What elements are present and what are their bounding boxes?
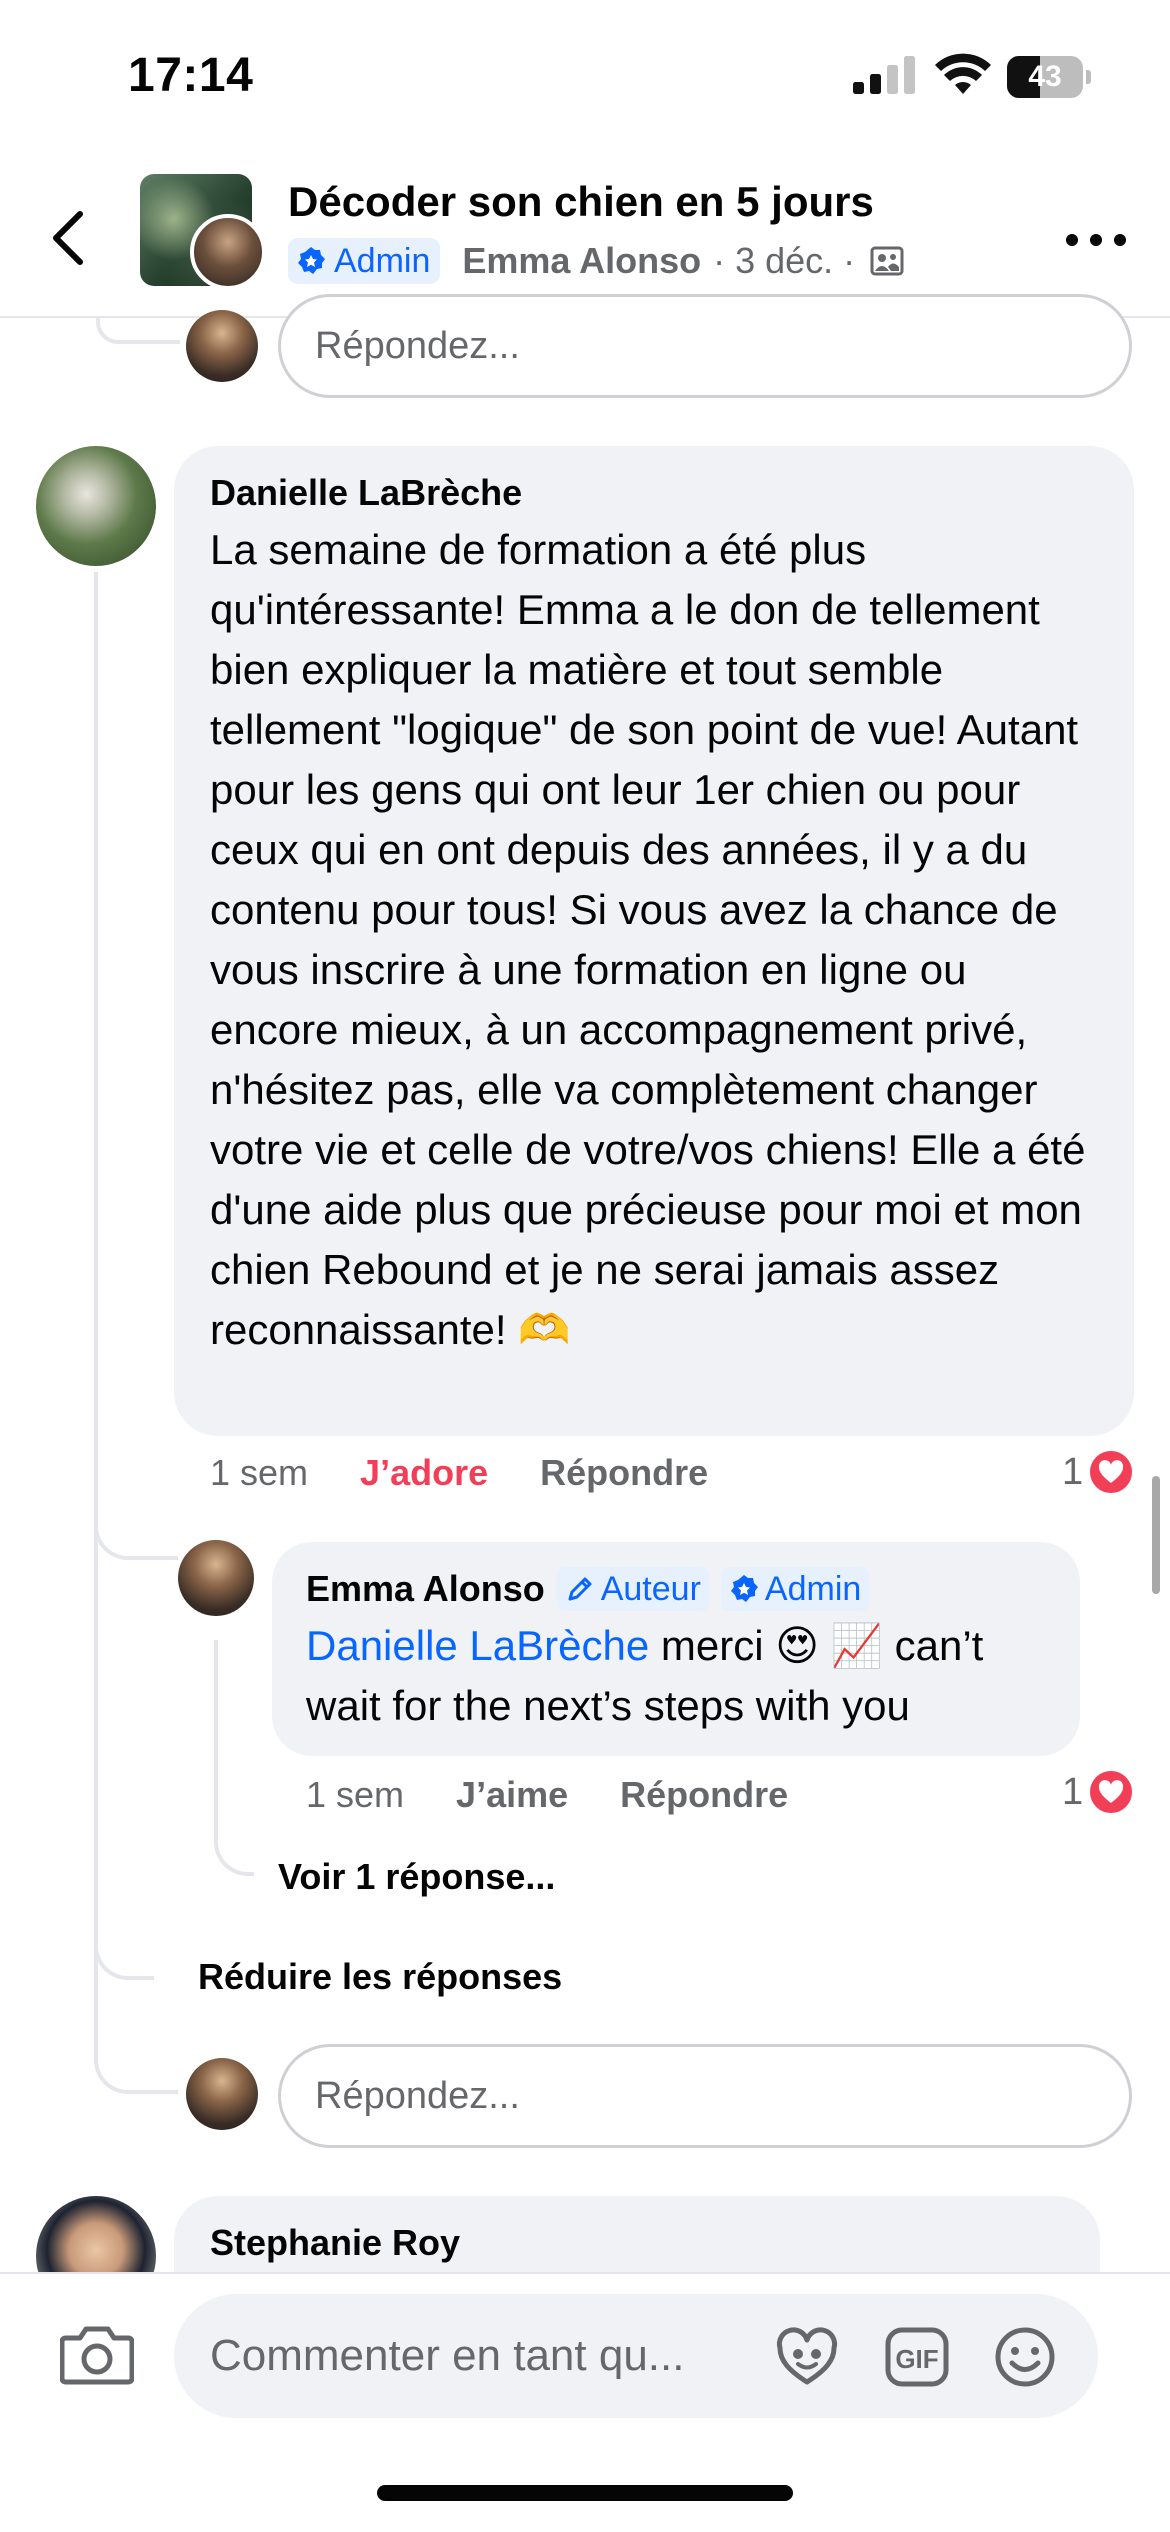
reply-time: 1 sem: [306, 1774, 405, 1815]
reaction-count-number: 1: [1062, 1450, 1084, 1493]
thread-line: [94, 572, 98, 2062]
author-tag: Auteur: [556, 1567, 709, 1611]
avatar-sticker-icon[interactable]: [774, 2326, 840, 2388]
love-button[interactable]: J’adore: [360, 1452, 488, 1494]
comment-actions: 1 sem J’adore Répondre: [210, 1448, 708, 1498]
group-thumbnail[interactable]: [140, 174, 266, 290]
admin-badge: Admin: [288, 238, 441, 284]
more-options-icon[interactable]: [1066, 220, 1126, 260]
comment-text: La semaine de formation a été plus qu'in…: [210, 526, 1086, 1353]
battery-indicator: 43: [1007, 56, 1091, 98]
camera-icon[interactable]: [60, 2324, 134, 2386]
comment-placeholder: Commenter en tant qu...: [210, 2331, 685, 2380]
emoji-icon[interactable]: [992, 2326, 1058, 2388]
reply-input[interactable]: Répondez...: [278, 294, 1132, 398]
reply-author[interactable]: Emma Alonso: [306, 1568, 545, 1610]
commenter-avatar[interactable]: [36, 446, 156, 566]
reaction-count-number: 1: [1062, 1770, 1084, 1813]
signal-icon: [853, 56, 915, 94]
home-indicator[interactable]: [377, 2485, 793, 2501]
collapse-replies-link[interactable]: Réduire les réponses: [198, 1956, 562, 1998]
members-icon: [870, 246, 904, 276]
reaction-count[interactable]: 1: [1062, 1446, 1136, 1498]
reaction-count[interactable]: 1: [1062, 1766, 1136, 1818]
svg-text:GIF: GIF: [895, 2344, 938, 2374]
thread-connector: [214, 1820, 254, 1876]
pencil-icon: [568, 1577, 592, 1601]
post-subtitle: Admin Emma Alonso · 3 déc. ·: [288, 236, 905, 286]
reply-author-avatar[interactable]: [178, 1540, 254, 1616]
heart-icon: [1087, 1768, 1136, 1816]
author-avatar: [190, 214, 266, 290]
admin-tag: Admin: [720, 1567, 870, 1611]
mention-link[interactable]: Danielle LaBrèche: [306, 1622, 649, 1669]
battery-level: 43: [1028, 60, 1062, 93]
admin-shield-icon: [298, 247, 325, 274]
comment-input[interactable]: Commenter en tant qu... GIF: [174, 2294, 1098, 2418]
reply-header: Emma Alonso Auteur Admin: [306, 1566, 1044, 1612]
thread-connector: [94, 2040, 178, 2094]
author-tag-label: Auteur: [600, 1569, 701, 1608]
admin-shield-icon: [730, 1575, 758, 1602]
thread-connector: [96, 318, 180, 344]
status-time: 17:14: [128, 49, 254, 102]
comment-author[interactable]: Danielle LaBrèche: [210, 472, 1098, 514]
reply-placeholder: Répondez...: [315, 2074, 520, 2117]
post-author[interactable]: Emma Alonso: [462, 240, 701, 282]
like-button[interactable]: J’aime: [456, 1774, 568, 1816]
comment-time: 1 sem: [210, 1452, 309, 1493]
reply-placeholder: Répondez...: [315, 324, 520, 367]
chevron-left-icon[interactable]: [44, 208, 94, 268]
reply-bubble: Emma Alonso Auteur Admin Danielle LaBrèc…: [272, 1542, 1080, 1756]
current-user-avatar: [186, 2058, 258, 2130]
post-date: · 3 déc. ·: [713, 240, 856, 281]
comment-author[interactable]: Stephanie Roy: [210, 2222, 1064, 2264]
scrollbar[interactable]: [1152, 1476, 1160, 1594]
admin-label: Admin: [334, 241, 431, 280]
thread-connector: [94, 1900, 154, 1980]
comment-bubble: Danielle LaBrèche La semaine de formatio…: [174, 446, 1134, 1436]
reply-button[interactable]: Répondre: [540, 1452, 708, 1494]
current-user-avatar: [186, 310, 258, 382]
heart-icon: [1087, 1448, 1136, 1496]
reply-input[interactable]: Répondez...: [278, 2044, 1132, 2148]
see-replies-link[interactable]: Voir 1 réponse...: [278, 1856, 555, 1898]
admin-tag-label: Admin: [764, 1569, 862, 1608]
group-title[interactable]: Décoder son chien en 5 jours: [288, 178, 874, 226]
wifi-icon: [935, 53, 991, 94]
thread-connector: [94, 1510, 178, 1560]
gif-icon[interactable]: GIF: [884, 2326, 950, 2388]
reply-button[interactable]: Répondre: [620, 1774, 788, 1816]
reply-actions: 1 sem J’aime Répondre: [306, 1770, 788, 1820]
reply-text: Danielle LaBrèche merci 😍 📈 can’t wait f…: [306, 1616, 1044, 1736]
thread-line: [214, 1640, 218, 1840]
